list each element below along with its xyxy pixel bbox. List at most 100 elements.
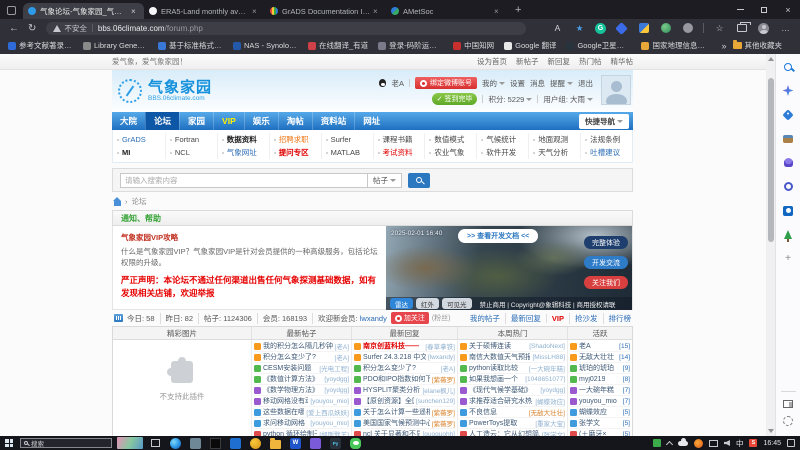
taskbar-search[interactable]: 搜索 <box>20 438 112 448</box>
home-icon[interactable] <box>114 201 121 206</box>
post-author[interactable]: [胡斯默羊] <box>319 429 349 436</box>
taskbar-clock[interactable]: 16:45 <box>763 440 781 447</box>
news-widget-thumbnail[interactable] <box>117 437 143 449</box>
post-title[interactable]: 这些数据在哪里找 <box>263 407 304 417</box>
post-title[interactable]: ncl 关于显著和不显 <box>363 429 420 436</box>
subnav-item[interactable]: MATLAB <box>321 146 373 159</box>
subnav-link[interactable]: 天气分析 <box>538 147 568 158</box>
subnav-item[interactable]: 数值模式 <box>424 133 476 146</box>
post-author[interactable]: [youyou_mio] <box>310 420 349 427</box>
utility-link[interactable]: 新帖子 <box>516 56 539 67</box>
bookmark-item[interactable]: 基于标准格式的C波… <box>158 40 223 51</box>
active-user-row[interactable]: youyou_mio [7] <box>570 396 630 407</box>
bookmark-item[interactable]: 参考文献著录格式… <box>8 40 73 51</box>
subnav-item[interactable]: 地面观测 <box>528 133 580 146</box>
subnav-link[interactable]: 农业气象 <box>434 147 464 158</box>
subnav-item[interactable]: 气象网址 <box>217 146 269 159</box>
tray-chevron-up-icon[interactable] <box>666 440 673 447</box>
post-title[interactable]: 人工造云：它从幻想简单 <box>469 429 540 436</box>
subnav-item[interactable]: 课程书籍 <box>373 133 425 146</box>
post-row[interactable]: 积分怎么变少了? [老A] <box>354 363 455 374</box>
post-author[interactable]: [MissLH88] <box>532 354 565 361</box>
utility-link[interactable]: 新回复 <box>548 56 571 67</box>
taskbar-word-icon[interactable]: W <box>290 438 301 449</box>
new-member-name[interactable]: lwxandy <box>360 314 387 323</box>
active-user-row[interactable]: (＋磨牙× [5] <box>570 429 630 436</box>
search-input[interactable] <box>120 173 368 188</box>
active-user-row[interactable]: 蝴蝶效应 [5] <box>570 407 630 418</box>
column-header[interactable]: 活跃 <box>567 327 632 339</box>
subnav-link[interactable]: 法规条例 <box>590 134 620 145</box>
user-menu-link[interactable]: 我的 <box>482 78 505 89</box>
post-row[interactable]: HYSPLIT聚类分析结 [elane枫儿] <box>354 385 455 396</box>
column-header[interactable]: 最新回复 <box>351 327 457 339</box>
post-row[interactable]: 关于硕博连读 [ShadoNext] <box>460 341 565 352</box>
post-row[interactable]: 《数值计算方法》 [yoydgg] <box>254 374 349 385</box>
bookmark-item[interactable]: Library Genesis - Li… <box>83 41 148 50</box>
profile-avatar[interactable] <box>757 22 770 35</box>
column-header[interactable]: 最新帖子 <box>251 327 351 339</box>
post-title[interactable]: python读取比较 <box>469 363 527 373</box>
subnav-item[interactable]: GrADS <box>113 133 165 146</box>
bookmark-item[interactable]: 中国知网 <box>453 40 494 51</box>
browser-tab[interactable]: ERA5-Land monthly averaged da… × <box>144 3 265 19</box>
scrollbar-thumb[interactable] <box>768 78 774 242</box>
subnav-item[interactable]: 天气分析 <box>528 146 580 159</box>
nav-item[interactable]: 大院 <box>112 112 145 130</box>
nav-item[interactable]: 网址 <box>354 112 388 130</box>
active-user-name[interactable]: 琥珀的琥珀 <box>579 363 614 373</box>
bookmark-item[interactable]: 在线翻译_有道 <box>308 40 368 51</box>
subnav-item[interactable]: 招聘求职 <box>269 133 321 146</box>
taskbar-edge-icon[interactable] <box>170 438 181 449</box>
window-close-button[interactable]: × <box>776 0 800 19</box>
post-author[interactable]: [张学文] <box>542 429 565 436</box>
post-row[interactable]: 如果我想画一个 [1048651077] <box>460 374 565 385</box>
banner-pill-button[interactable]: 完整体验 <box>584 236 628 249</box>
post-row[interactable]: 不良信息 [无敌大壮壮] <box>460 407 565 418</box>
post-author[interactable]: [ShadoNext] <box>529 343 565 350</box>
sidebar-discover-icon[interactable] <box>782 84 795 97</box>
subnav-item[interactable]: NCL <box>165 146 217 159</box>
sidebar-tree-icon[interactable] <box>782 228 795 241</box>
post-title[interactable]: 关于硕博连读 <box>469 341 527 351</box>
taskbar-python-icon[interactable]: Py <box>330 438 341 449</box>
post-author[interactable]: [yoydgg] <box>324 376 349 383</box>
page-scrollbar[interactable] <box>766 54 775 436</box>
post-title[interactable]: PDO和IPO指数如何下载 <box>363 374 430 384</box>
subnav-item[interactable]: Fortran <box>165 133 217 146</box>
checkin-button[interactable]: ✓签到完毕 <box>432 93 478 105</box>
satellite-banner[interactable]: 2025-02-01 16:40 >> 查看开发文档 << 完整体验开发交流关注… <box>386 226 632 310</box>
subnav-item[interactable]: Surfer <box>321 133 373 146</box>
bookmark-item[interactable]: Google卫星地图-谷… <box>566 40 631 51</box>
post-author[interactable]: [紫薇罗] <box>432 374 455 384</box>
post-title[interactable]: 求问移动网格 <box>263 418 308 428</box>
post-author[interactable]: [youyou_mio] <box>310 398 349 405</box>
post-title[interactable]: 积分怎么变少了? <box>263 352 333 362</box>
extension-icon[interactable] <box>681 22 694 35</box>
post-row[interactable]: 移动网格没有动 [youyou_mio] <box>254 396 349 407</box>
active-user-row[interactable]: 琥珀的琥珀 [9] <box>570 363 630 374</box>
nav-item[interactable]: 淘帖 <box>278 112 312 130</box>
globe-extension-icon[interactable] <box>659 22 672 35</box>
sidebar-shopping-icon[interactable] <box>782 108 795 121</box>
active-user-name[interactable]: myj0219 <box>579 376 605 383</box>
ime-indicator[interactable]: 中 <box>736 438 744 449</box>
sidebar-tools-icon[interactable] <box>782 132 795 145</box>
vip-guide-link[interactable]: 气象家园VIP攻略 <box>121 232 383 243</box>
banner-tab[interactable]: 可见光 <box>442 298 472 309</box>
subnav-item[interactable]: MI <box>113 146 165 159</box>
post-author[interactable]: [无敌大壮壮] <box>529 407 565 417</box>
post-row[interactable]: 《现代气候学基础》 [yoydgg] <box>460 385 565 396</box>
sidebar-toggle-icon[interactable] <box>783 400 793 408</box>
active-user-row[interactable]: 一大碗年糕 [7] <box>570 385 630 396</box>
post-title[interactable]: 如果我想画一个 <box>469 374 523 384</box>
site-logo[interactable]: 气象家园 BBS.06climate.com <box>118 79 212 103</box>
other-favorites-folder[interactable]: 其他收藏夹 <box>733 40 783 51</box>
post-row[interactable]: 南京创蓝科技—— [春草拿铁] <box>354 341 455 352</box>
taskbar-terminal-icon[interactable] <box>210 438 221 449</box>
start-button[interactable] <box>5 439 13 447</box>
post-row[interactable]: python读取比较 [一大碗年糕] <box>460 363 565 374</box>
subnav-link[interactable]: 考试资料 <box>383 147 413 158</box>
post-row[interactable]: 《数学物理方法》 [yoydgg] <box>254 385 349 396</box>
read-aloud-icon[interactable]: A <box>551 22 564 35</box>
